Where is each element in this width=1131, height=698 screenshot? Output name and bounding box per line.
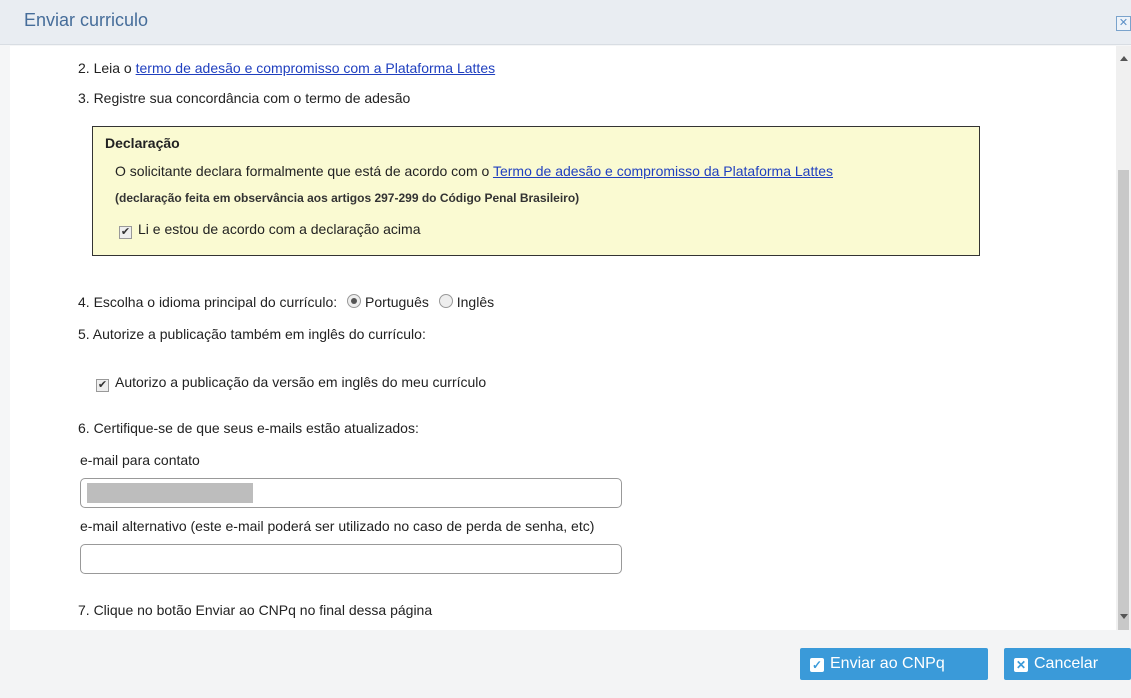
- declaration-text: O solicitante declara formalmente que es…: [115, 163, 833, 179]
- send-button-label: Enviar ao CNPq: [830, 655, 945, 672]
- checkbox-checked-icon[interactable]: ✔: [119, 226, 132, 239]
- declaration-checkbox-label: Li e estou de acordo com a declaração ac…: [138, 221, 421, 237]
- radio-english-label: Inglês: [456, 294, 495, 310]
- declaration-title: Declaração: [105, 135, 180, 151]
- redacted-email: [87, 483, 253, 503]
- vertical-scrollbar[interactable]: [1116, 46, 1131, 640]
- declaration-box: Declaração O solicitante declara formalm…: [92, 126, 980, 256]
- terms-link[interactable]: termo de adesão e compromisso com a Plat…: [136, 60, 496, 76]
- alt-email-field[interactable]: [80, 544, 622, 574]
- step-3: 3. Registre sua concordância com o termo…: [78, 90, 411, 106]
- email-label: e-mail para contato: [80, 452, 200, 468]
- check-icon: ✓: [810, 658, 824, 672]
- declaration-note: (declaração feita em observância aos art…: [115, 191, 580, 205]
- declaration-text-prefix: O solicitante declara formalmente que es…: [115, 163, 493, 179]
- checkbox-checked-icon[interactable]: ✔: [96, 379, 109, 392]
- scroll-thumb[interactable]: [1118, 170, 1129, 640]
- step-4-text: 4. Escolha o idioma principal do currícu…: [78, 294, 338, 310]
- step-6: 6. Certifique-se de que seus e-mails est…: [78, 420, 419, 436]
- step-5: 5. Autorize a publicação também em inglê…: [78, 326, 426, 342]
- email-field[interactable]: [80, 478, 622, 508]
- step-2: 2. Leia o termo de adesão e compromisso …: [78, 60, 495, 76]
- english-publication-checkbox[interactable]: ✔ Autorizo a publicação da versão em ingl…: [96, 374, 486, 392]
- step-4: 4. Escolha o idioma principal do currícu…: [78, 294, 494, 310]
- radio-portuguese[interactable]: [347, 294, 362, 308]
- radio-english[interactable]: [438, 294, 453, 308]
- dialog-titlebar: Enviar curriculo ✕: [0, 0, 1131, 45]
- dialog-content[interactable]: 2. Leia o termo de adesão e compromisso …: [10, 46, 1116, 630]
- declaration-terms-link[interactable]: Termo de adesão e compromisso da Platafo…: [493, 163, 833, 179]
- step-7: 7. Clique no botão Enviar ao CNPq no fin…: [78, 602, 433, 618]
- scroll-down-icon[interactable]: [1120, 614, 1128, 619]
- scroll-up-icon[interactable]: [1120, 56, 1128, 61]
- step-2-text: 2. Leia o: [78, 60, 136, 76]
- radio-portuguese-label: Português: [365, 294, 429, 310]
- send-curriculum-dialog: Enviar curriculo ✕ 2. Leia o termo de ad…: [0, 0, 1131, 698]
- english-publication-label: Autorizo a publicação da versão em inglê…: [115, 374, 487, 390]
- cancel-button[interactable]: ✕ Cancelar: [1004, 648, 1131, 680]
- cancel-button-label: Cancelar: [1034, 655, 1099, 672]
- alt-email-label: e-mail alternativo (este e-mail poderá s…: [80, 518, 595, 534]
- dialog-title: Enviar curriculo: [24, 10, 149, 30]
- send-to-cnpq-button[interactable]: ✓ Enviar ao CNPq: [800, 648, 988, 680]
- close-icon: ✕: [1014, 658, 1028, 672]
- close-icon[interactable]: ✕: [1116, 16, 1131, 31]
- declaration-agree-checkbox[interactable]: ✔ Li e estou de acordo com a declaração a…: [119, 221, 421, 239]
